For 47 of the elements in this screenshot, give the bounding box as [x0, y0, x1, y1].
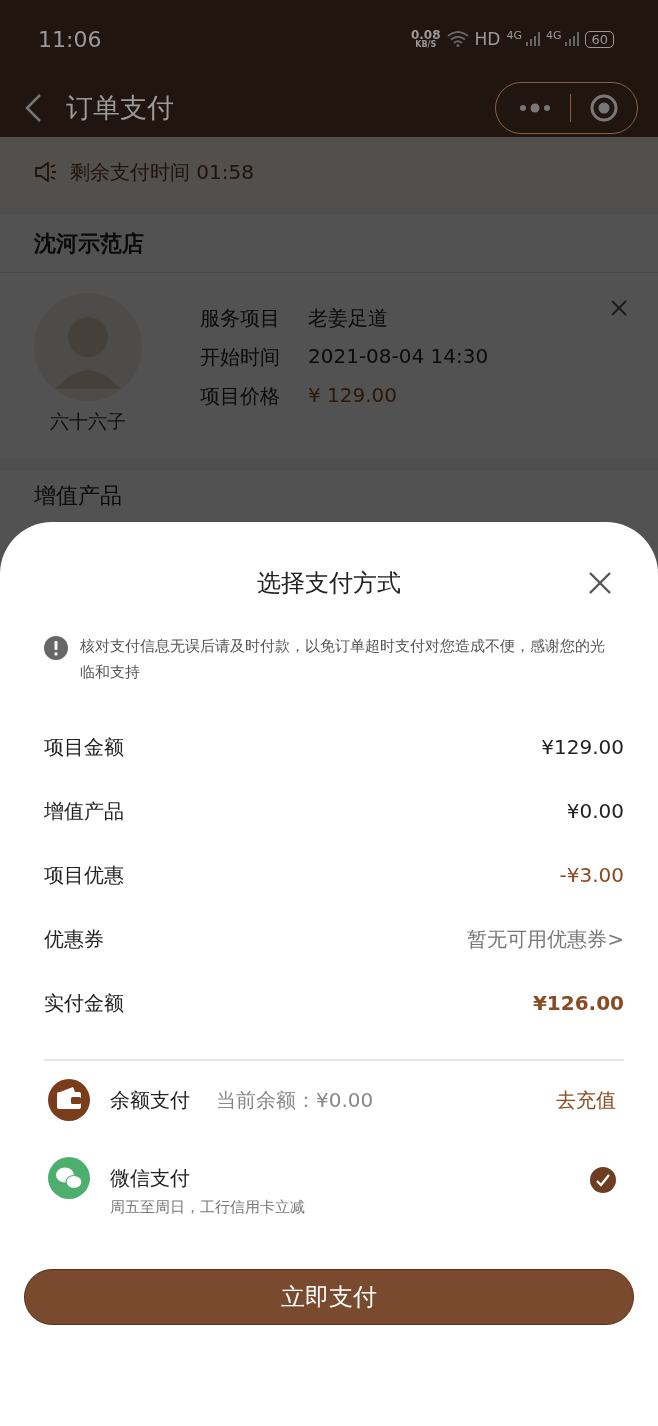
section-title: 增值产品 — [34, 483, 122, 508]
balance-text: 当前余额：¥0.00 — [216, 1087, 374, 1114]
chat-bubbles-icon — [48, 1157, 90, 1199]
amount-label: 项目金额 — [44, 733, 124, 761]
amount-value: ¥129.00 — [541, 735, 624, 759]
close-icon[interactable] — [588, 571, 612, 595]
sheet-title: 选择支付方式 — [257, 568, 401, 599]
back-icon[interactable] — [24, 92, 42, 123]
payment-method[interactable]: 余额支付 当前余额：¥0.00 去充值 — [48, 1077, 616, 1155]
amount-label: 项目优惠 — [44, 861, 124, 889]
speaker-icon — [34, 162, 58, 182]
status-time: 11:06 — [38, 26, 102, 52]
promo-text: 周五至周日，工行信用卡立减 — [110, 1198, 306, 1217]
wallet-icon — [48, 1079, 90, 1121]
field-value: 老姜足道 — [308, 305, 388, 332]
page-title: 订单支付 — [66, 90, 174, 125]
field-value: ¥ 129.00 — [308, 383, 398, 409]
amount-value: ¥0.00 — [566, 799, 624, 823]
coupon-link[interactable]: 暂无可用优惠券> — [467, 925, 624, 953]
wifi-icon — [446, 31, 469, 47]
field-label: 服务项目 — [200, 305, 280, 332]
field-label: 开始时间 — [200, 344, 280, 371]
amount-label: 实付金额 — [44, 989, 124, 1017]
close-mini-program-icon[interactable] — [589, 92, 619, 123]
amount-value: -¥3.00 — [559, 863, 624, 887]
network-label: 4G — [545, 29, 562, 42]
more-icon[interactable] — [518, 102, 552, 113]
field-value: 2021-08-04 14:30 — [308, 344, 489, 370]
network-speed: 0.08 KB/S — [410, 29, 441, 49]
battery-level: 60 — [585, 30, 614, 48]
payment-method[interactable]: 微信支付 周五至周日，工行信用卡立减 — [48, 1155, 616, 1233]
method-name: 余额支付 — [110, 1087, 190, 1114]
recharge-link[interactable]: 去充值 — [556, 1077, 616, 1114]
staff-name: 六十六子 — [50, 409, 126, 434]
hd-label: HD — [474, 29, 501, 49]
amount-value: ¥126.00 — [532, 991, 624, 1015]
signal-icon — [565, 32, 580, 46]
notice-text: 核对支付信息无误后请及时付款，以免订单超时支付对您造成不便，感谢您的光临和支持 — [80, 636, 606, 683]
network-label: 4G — [506, 29, 522, 42]
signal-icon — [525, 32, 540, 46]
method-name: 微信支付 — [110, 1165, 190, 1192]
info-icon — [44, 636, 68, 660]
countdown-text: 剩余支付时间 01:58 — [70, 158, 254, 186]
amount-label: 优惠券 — [44, 925, 104, 953]
field-label: 项目价格 — [200, 383, 280, 410]
pay-button[interactable]: 立即支付 — [24, 1269, 634, 1325]
amount-label: 增值产品 — [44, 797, 124, 825]
